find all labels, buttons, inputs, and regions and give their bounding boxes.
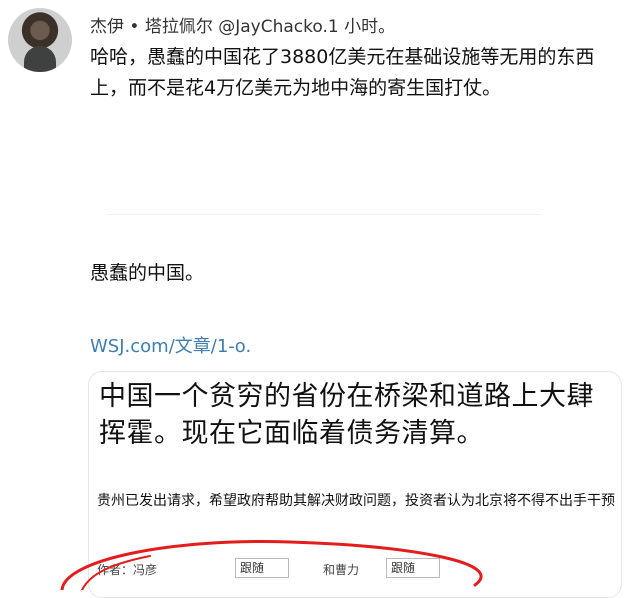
quote-text: 愚蠢的中国。 <box>90 262 205 284</box>
follow-button-2[interactable]: 跟随 <box>386 558 440 578</box>
tweet-author-line[interactable]: 杰伊 • 塔拉佩尔 @JayChacko.1 小时。 <box>90 12 395 37</box>
avatar[interactable] <box>8 8 72 72</box>
follow-button[interactable]: 跟随 <box>235 558 289 578</box>
article-card[interactable]: 中国一个贫穷的省份在桥梁和道路上大肆挥霍。现在它面临着债务清算。 贵州已发出请求… <box>88 371 622 598</box>
article-link[interactable]: WSJ.com/文章/1-o. <box>90 332 251 358</box>
article-description: 贵州已发出请求，希望政府帮助其解决财政问题，投资者认为北京将不得不出手干预 <box>97 493 615 509</box>
divider <box>106 214 542 215</box>
author-name-2: 和曹力 <box>323 563 360 577</box>
byline: 作者：冯彦 跟随 和曹力 跟随 <box>97 558 617 580</box>
article-title[interactable]: 中国一个贫穷的省份在桥梁和道路上大肆挥霍。现在它面临着债务清算。 <box>99 378 614 452</box>
author-name: 作者：冯彦 <box>97 563 158 577</box>
tweet-text: 哈哈，愚蠢的中国花了3880亿美元在基础设施等无用的东西上，而不是花4万亿美元为… <box>90 46 595 99</box>
